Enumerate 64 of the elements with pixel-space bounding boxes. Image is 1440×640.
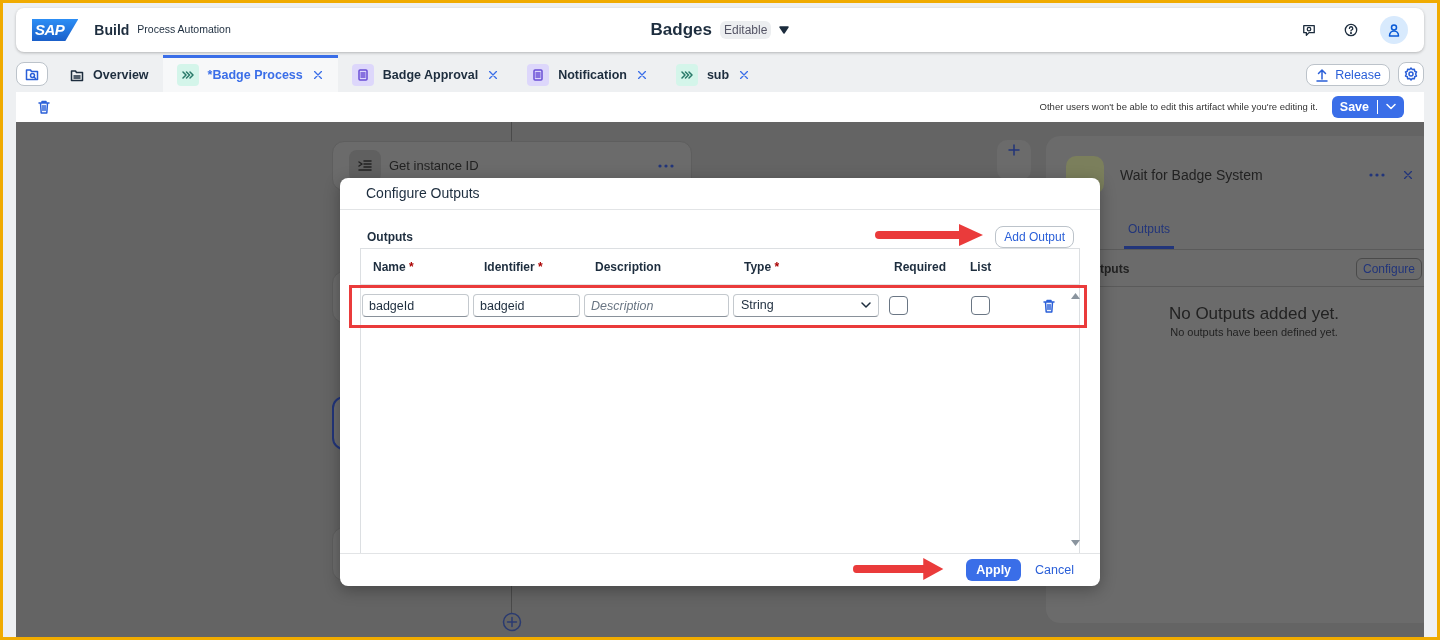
- column-header: Type *: [743, 258, 781, 276]
- column-header: Required: [893, 258, 947, 276]
- column-header: List: [969, 258, 993, 276]
- search-button[interactable]: [16, 62, 48, 86]
- empty-title: No Outputs added yet.: [1167, 303, 1341, 325]
- type-select[interactable]: String: [733, 294, 879, 317]
- editor-tab[interactable]: Notification: [513, 55, 662, 92]
- trash-icon: [36, 99, 52, 115]
- zoom-in-icon: [1008, 144, 1020, 156]
- editing-notice: Other users won't be able to edit this artifact while you're editing it.: [1039, 99, 1318, 114]
- close-icon[interactable]: [311, 69, 324, 81]
- node-label: Get instance ID: [389, 157, 479, 176]
- save-button[interactable]: Save: [1331, 96, 1404, 118]
- search-icon: [25, 67, 39, 81]
- delete-row-button[interactable]: [1041, 297, 1057, 314]
- dialog-title: Configure Outputs: [340, 178, 1100, 210]
- chevron-down-icon: [861, 302, 871, 309]
- panel-title: Wait for Badge System: [1120, 165, 1263, 185]
- form-icon: [527, 64, 550, 86]
- help-icon: [1344, 22, 1358, 38]
- name-field[interactable]: badgeId: [362, 294, 469, 317]
- editor-tab[interactable]: *Badge Process: [162, 55, 338, 92]
- product-subtitle: Process Automation: [137, 22, 231, 38]
- section-label: tputs: [1100, 261, 1130, 278]
- person-icon: [1387, 23, 1401, 37]
- editor-tab[interactable]: sub: [661, 55, 765, 92]
- list-checkbox[interactable]: [971, 296, 990, 315]
- folder-icon: [70, 68, 84, 82]
- settings-button[interactable]: [1398, 62, 1424, 86]
- logo: SAP: [32, 19, 79, 41]
- empty-message: No outputs have been defined yet.: [1169, 326, 1339, 338]
- form-icon: [351, 64, 374, 86]
- add-output-button[interactable]: Add Output: [995, 226, 1074, 248]
- document-title: Badges: [650, 19, 712, 42]
- close-icon[interactable]: [738, 69, 751, 81]
- product-name: Build: [94, 20, 130, 40]
- upload-icon: [1315, 68, 1330, 82]
- scroll-up-icon[interactable]: [1071, 293, 1080, 299]
- process-icon: [675, 64, 698, 86]
- settings-icon: [1404, 67, 1418, 81]
- chevron-down-icon: [1386, 103, 1396, 111]
- close-icon[interactable]: [635, 69, 648, 81]
- column-header: Name *: [372, 258, 415, 276]
- zoom-control[interactable]: [997, 140, 1031, 180]
- required-checkbox[interactable]: [889, 296, 908, 315]
- editor-tab[interactable]: Badge Approval: [337, 55, 514, 92]
- delete-button[interactable]: [36, 99, 52, 115]
- column-header: Identifier *: [483, 258, 544, 276]
- identifier-field[interactable]: badgeid: [473, 294, 580, 317]
- process-icon: [176, 64, 199, 86]
- chat-icon: [1302, 22, 1316, 38]
- apply-button[interactable]: Apply: [966, 559, 1022, 581]
- column-header: Description: [594, 258, 662, 276]
- editor-tab[interactable]: Overview: [56, 55, 163, 92]
- section-label: Outputs: [367, 229, 413, 246]
- release-button[interactable]: Release: [1306, 64, 1390, 86]
- status-tag: Editable: [720, 21, 772, 39]
- description-field[interactable]: Description: [584, 294, 729, 317]
- user-avatar[interactable]: [1380, 16, 1408, 44]
- caret-icon[interactable]: [779, 26, 790, 34]
- close-icon[interactable]: [487, 69, 500, 81]
- scroll-down-icon[interactable]: [1071, 540, 1080, 546]
- cancel-button[interactable]: Cancel: [1035, 560, 1074, 580]
- trash-icon: [1041, 297, 1057, 314]
